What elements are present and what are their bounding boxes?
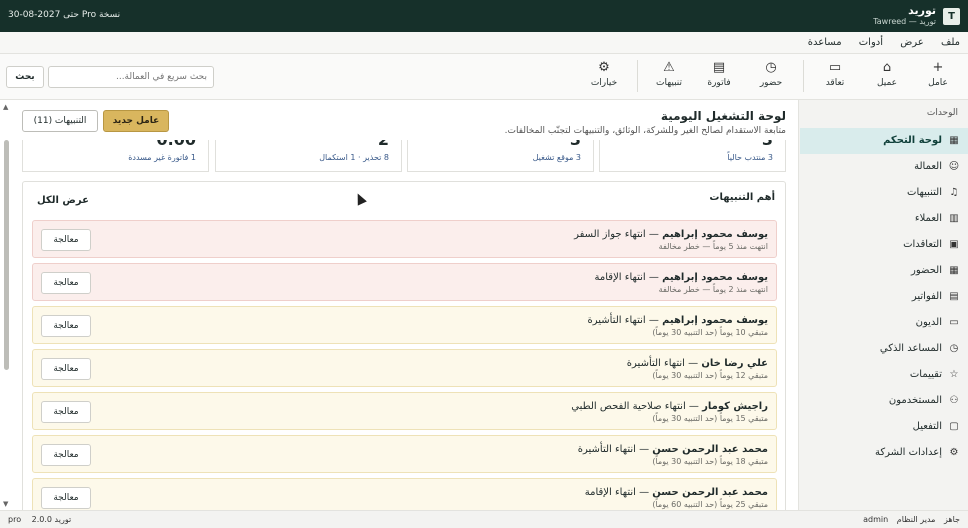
contract-icon: ▭ [828, 60, 842, 75]
stat-card-deployed: 3 3 منتدب حالياً [599, 140, 786, 172]
status-version: توريد 2.0.0 [31, 515, 72, 524]
sidebar-item-dashboard[interactable]: ▦ لوحة التحكم [800, 128, 968, 154]
alert-item: يوسف محمود إبراهيم — انتهاء جواز السفر ا… [32, 220, 777, 258]
sidebar-item-contracts[interactable]: ▣ التعاقدات [800, 232, 968, 258]
status-ready: جاهز [943, 515, 960, 524]
sidebar-item-debts[interactable]: ▭ الديون [800, 310, 968, 336]
status-user: admin [863, 515, 889, 524]
sidebar-item-workers[interactable]: ☺ العمالة [800, 154, 968, 180]
resolve-button[interactable]: معالجة [41, 444, 91, 466]
scroll-up-arrow-icon[interactable]: ▲ [3, 103, 8, 111]
sidebar-item-invoices[interactable]: ▤ الفواتير [800, 284, 968, 310]
alert-item: محمد عبد الرحمن حسن — انتهاء التأشيرة مت… [32, 435, 777, 473]
quick-search-input[interactable] [48, 66, 214, 88]
clock-icon: ◷ [949, 343, 959, 354]
plus-icon: + [932, 60, 944, 75]
menu-tools[interactable]: أدوات [859, 32, 883, 54]
sidebar-item-clients[interactable]: ▥ العملاء [800, 206, 968, 232]
alert-item: علي رضا خان — انتهاء التأشيرة متبقي 12 ي… [32, 349, 777, 387]
sidebar-item-company-settings[interactable]: ⚙ إعدادات الشركة [800, 440, 968, 466]
calendar-icon: ▦ [949, 265, 959, 276]
alerts-tool[interactable]: ⚠ تنبيهات [647, 60, 691, 96]
menu-file[interactable]: ملف [941, 32, 960, 54]
scroll-down-arrow-icon[interactable]: ▼ [3, 500, 8, 508]
resolve-button[interactable]: معالجة [41, 272, 91, 294]
app-logo: T [943, 8, 960, 25]
stat-card-warnings: 2 8 تحذير · 1 استكمال [215, 140, 402, 172]
sidebar-item-activation[interactable]: ▢ التفعيل [800, 414, 968, 440]
home-icon: ⌂ [882, 60, 892, 75]
app-name: توريد [908, 4, 936, 17]
warning-icon: ⚠ [663, 60, 675, 75]
new-contract-tool[interactable]: ▭ تعاقد [813, 60, 857, 96]
toolbar-separator [803, 60, 804, 92]
menu-bar: ملف عرض أدوات مساعدة [0, 32, 968, 54]
bell-icon: ♫ [949, 187, 959, 198]
status-bar: جاهز مدير النظام admin توريد 2.0.0 pro [0, 510, 968, 528]
search-button[interactable]: بحث [6, 66, 44, 88]
status-role: مدير النظام [896, 515, 936, 524]
sidebar-item-users[interactable]: ⚇ المستخدمون [800, 388, 968, 414]
user-icon: ☺ [948, 161, 960, 172]
alert-item: يوسف محمود إبراهيم — انتهاء التأشيرة متب… [32, 306, 777, 344]
resolve-button[interactable]: معالجة [41, 315, 91, 337]
panel-title: أهم التنبيهات [709, 192, 775, 203]
alert-item: راجيش كومار — انتهاء صلاحية الفحص الطبي … [32, 392, 777, 430]
alerts-button[interactable]: التنبيهات (11) [22, 110, 98, 132]
stat-card-sites: 3 3 موقع تشغيل [407, 140, 594, 172]
attendance-tool[interactable]: ◷ حضور [749, 60, 793, 96]
sidebar-item-ratings[interactable]: ☆ تقييمات [800, 362, 968, 388]
title-bar: T توريد Tawreed — توريد نسخة Pro حتى 202… [0, 0, 968, 32]
grid-icon: ▦ [949, 135, 959, 146]
scrollbar-thumb[interactable] [4, 140, 9, 370]
invoice-tool[interactable]: ▤ فاتورة [697, 60, 741, 96]
clock-icon: ◷ [765, 60, 777, 75]
resolve-button[interactable]: معالجة [41, 401, 91, 423]
new-worker-tool[interactable]: + عامل [916, 60, 960, 96]
briefcase-icon: ▣ [949, 239, 959, 250]
card-icon: ▭ [949, 317, 959, 328]
building-icon: ▥ [949, 213, 959, 224]
menu-view[interactable]: عرض [900, 32, 924, 54]
sidebar-item-alerts[interactable]: ♫ التنبيهات [800, 180, 968, 206]
sidebar-item-attendance[interactable]: ▦ الحضور [800, 258, 968, 284]
view-all-link[interactable]: عرض الكل [37, 195, 89, 206]
gear-icon: ⚙ [598, 60, 610, 75]
options-tool[interactable]: ⚙ خيارات [582, 60, 626, 96]
resolve-button[interactable]: معالجة [41, 229, 91, 251]
new-client-tool[interactable]: ⌂ عميل [865, 60, 909, 96]
star-icon: ☆ [949, 369, 959, 380]
new-worker-button[interactable]: عامل جديد [103, 110, 169, 132]
top-alerts-panel: أهم التنبيهات عرض الكل يوسف محمود إبراهي… [22, 181, 786, 521]
toolbar-separator [637, 60, 638, 92]
lock-icon: ▢ [949, 421, 959, 432]
app-subtitle: Tawreed — توريد [873, 17, 936, 26]
stat-card-invoices: 0.00 1 فاتورة غير مسددة [22, 140, 209, 172]
vertical-scrollbar[interactable]: ▲ ▼ [3, 100, 10, 510]
sidebar-item-ai-assistant[interactable]: ◷ المساعد الذكي [800, 336, 968, 362]
license-label: نسخة Pro حتى 2027-08-30 [8, 10, 121, 20]
resolve-button[interactable]: معالجة [41, 358, 91, 380]
gear-icon: ⚙ [949, 447, 959, 458]
status-edition: pro [8, 515, 22, 524]
sidebar-title: الوحدات [926, 108, 958, 118]
users-icon: ⚇ [949, 395, 959, 406]
resolve-button[interactable]: معالجة [41, 487, 91, 509]
page-title: لوحة التشغيل اليومية [660, 109, 786, 123]
alert-item: يوسف محمود إبراهيم — انتهاء الإقامة انته… [32, 263, 777, 301]
menu-help[interactable]: مساعدة [808, 32, 842, 54]
page-subtitle: متابعة الاستقدام لصالح الغير وللشركة، ال… [504, 126, 786, 136]
invoice-icon: ▤ [949, 291, 959, 302]
sidebar: الوحدات ▦ لوحة التحكم ☺ العمالة ♫ التنبيهات… [798, 100, 968, 510]
invoice-icon: ▤ [712, 60, 726, 75]
